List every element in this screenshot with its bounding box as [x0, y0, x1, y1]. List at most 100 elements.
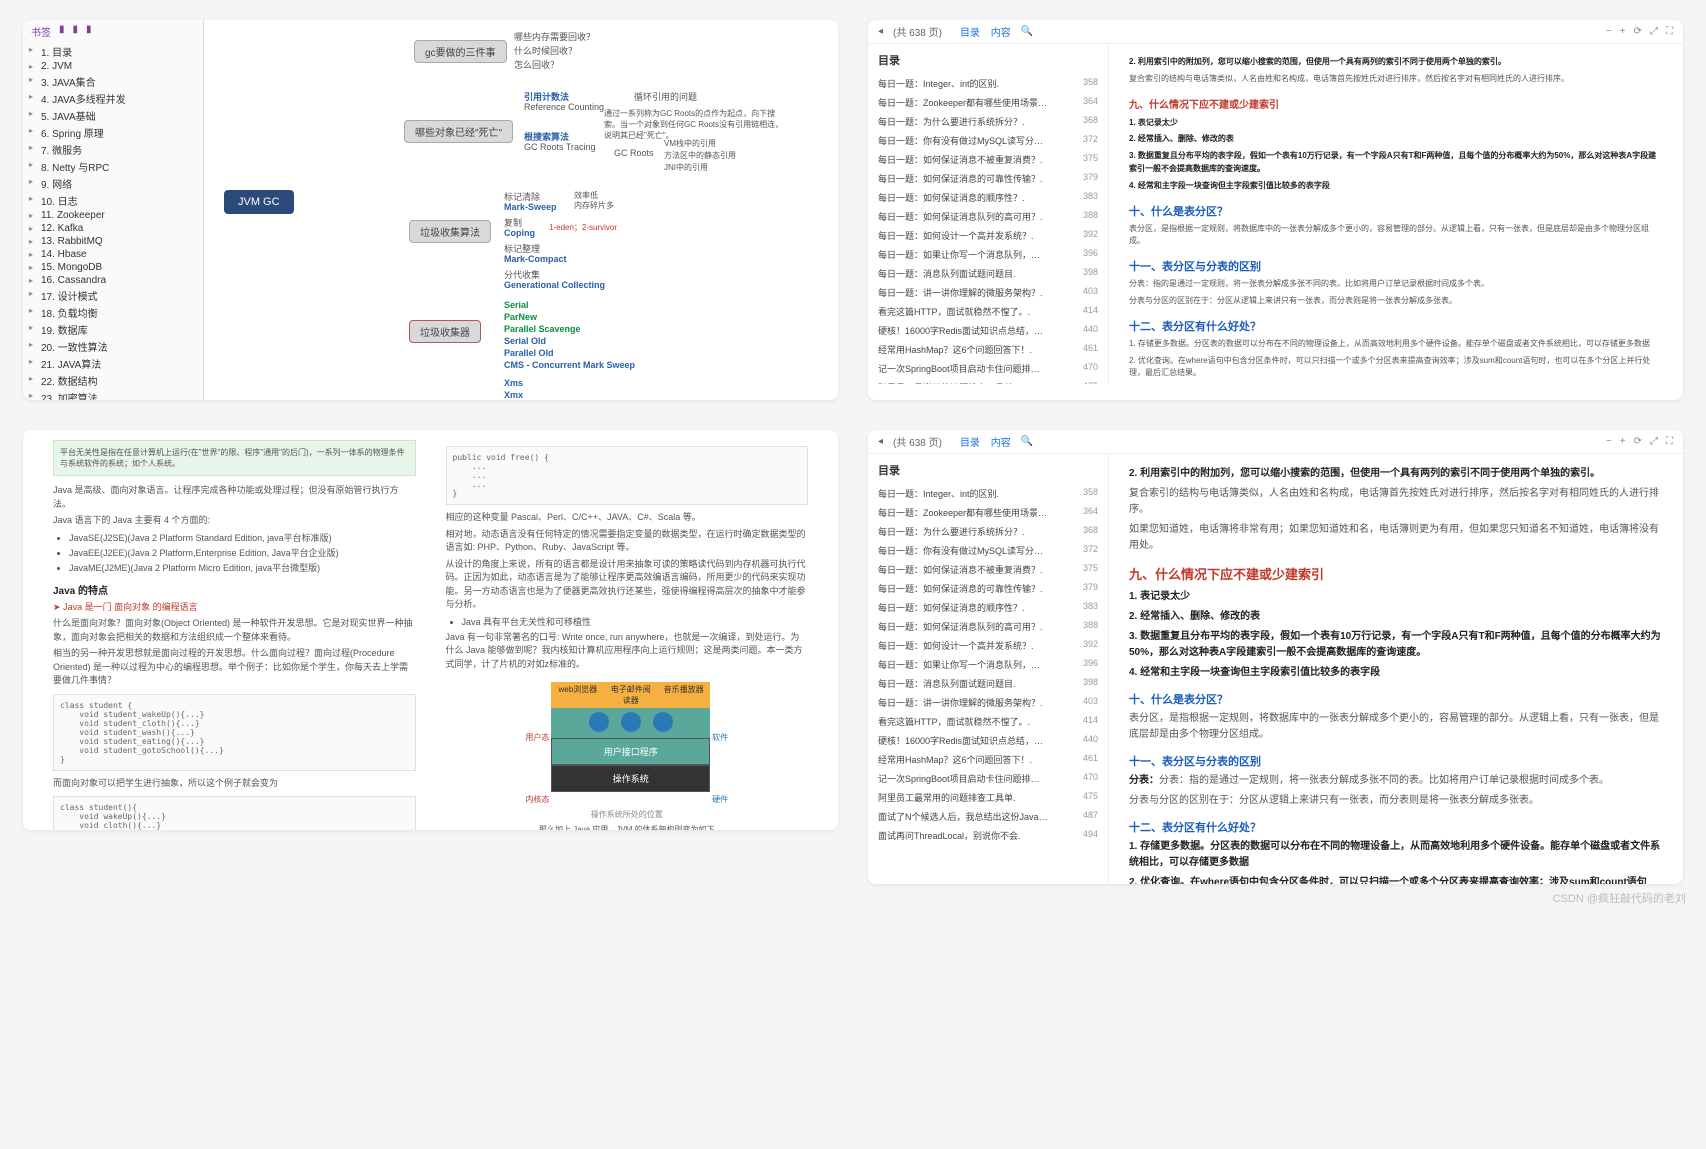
toc-row[interactable]: 每日一题：Zookeeper都有哪些使用场景？.364: [878, 93, 1098, 112]
toc-row[interactable]: 阿里员工最常用的问题排查工具单.475: [878, 378, 1098, 384]
toc-row[interactable]: 看完这篇HTTP，面试就稳然不惶了。.414: [878, 712, 1098, 731]
code-block: public void free() { ... ... ... }: [446, 446, 809, 505]
bookmark-item[interactable]: 18. 负载均衡: [27, 304, 199, 321]
tab-content[interactable]: 内容: [991, 28, 1011, 39]
mm-node-dead-objects[interactable]: 哪些对象已经"死亡": [404, 120, 513, 143]
toc-row[interactable]: 每日一题：如何保证消息队列的高可用？.388: [878, 207, 1098, 226]
bookmark-item[interactable]: 12. Kafka: [27, 222, 199, 235]
bookmark-item[interactable]: 22. 数据结构: [27, 372, 199, 389]
bookmark-item[interactable]: 6. Spring 原理: [27, 124, 199, 141]
fullscreen-icon[interactable]: ⛶: [1666, 26, 1673, 37]
bookmark-item[interactable]: 8. Netty 与RPC: [27, 158, 199, 175]
os-diagram: 用户态 web浏览器 电子邮件阅读器 音乐播放器 用户接口程序 操作系统 软件: [446, 681, 809, 830]
article-content[interactable]: 2. 利用索引中的附加列，您可以缩小搜索的范围，但使用一个具有两列的索引不同于使…: [1109, 44, 1683, 384]
expand-icon[interactable]: ⤢: [1650, 436, 1658, 447]
toc-row[interactable]: 每日一题：如何保证消息不被重复消费？.375: [878, 150, 1098, 169]
plus-icon[interactable]: +: [1620, 26, 1626, 37]
bookmark-item[interactable]: 3. JAVA集合: [27, 73, 199, 90]
mm-leaf: 哪些内存需要回收？: [514, 30, 595, 43]
mm-node-gc-tasks[interactable]: gc要做的三件事: [414, 40, 507, 63]
bookmark-item[interactable]: 23. 加密算法: [27, 389, 199, 400]
page-back-icon[interactable]: ◂: [878, 26, 883, 37]
bookmark-item[interactable]: 14. Hbase: [27, 248, 199, 261]
bookmark-item[interactable]: 20. 一致性算法: [27, 338, 199, 355]
bookmark-icon[interactable]: ▮: [73, 24, 79, 39]
right-column: public void free() { ... ... ... } 相应的这种…: [446, 440, 809, 820]
bookmark-item[interactable]: 10. 日志: [27, 192, 199, 209]
bookmarks-list[interactable]: 1. 目录2. JVM3. JAVA集合4. JAVA多线程并发5. JAVA基…: [23, 43, 203, 400]
toc-row[interactable]: 每日一题：Integer、int的区别.358: [878, 74, 1098, 93]
toc-row[interactable]: 每日一题：Integer、int的区别.358: [878, 484, 1098, 503]
bookmark-item[interactable]: 15. MongoDB: [27, 261, 199, 274]
toc-row[interactable]: 每日一题：如何设计一个高并发系统？.392: [878, 226, 1098, 245]
rotate-icon[interactable]: ⟳: [1634, 436, 1642, 447]
toc-row[interactable]: 每日一题：消息队列面试题问题目.398: [878, 264, 1098, 283]
toc-sidebar[interactable]: 目录 每日一题：Integer、int的区别.358每日一题：Zookeeper…: [868, 44, 1109, 384]
minus-icon[interactable]: −: [1606, 26, 1612, 37]
toc-row[interactable]: 经常用HashMap？这6个问题回答下！.461: [878, 750, 1098, 769]
toc-row[interactable]: 面试了N个候选人后，我总结出这份Java面试清..487: [878, 807, 1098, 826]
toc-row[interactable]: 每日一题：讲一讲你理解的微服务架构？.403: [878, 693, 1098, 712]
search-icon[interactable]: 🔍: [1021, 436, 1033, 447]
bookmark-item[interactable]: 2. JVM: [27, 60, 199, 73]
toc-row[interactable]: 每日一题：如果让你写一个消息队列，该如何进396: [878, 655, 1098, 674]
bookmark-item[interactable]: 7. 微服务: [27, 141, 199, 158]
tab-toc[interactable]: 目录: [960, 438, 980, 449]
bookmark-item[interactable]: 4. JAVA多线程并发: [27, 90, 199, 107]
toc-row[interactable]: 看完这篇HTTP，面试就稳然不惶了。.414: [878, 302, 1098, 321]
bookmark-icon[interactable]: ▮: [86, 24, 92, 39]
bookmark-item[interactable]: 17. 设计模式: [27, 287, 199, 304]
fullscreen-icon[interactable]: ⛶: [1666, 436, 1673, 447]
toc-row[interactable]: 每日一题：如何保证消息的可靠性传输？.379: [878, 579, 1098, 598]
bookmark-item[interactable]: 13. RabbitMQ: [27, 235, 199, 248]
toc-row[interactable]: 每日一题：你有没有做过MySQL读写分离？.372: [878, 541, 1098, 560]
toc-row[interactable]: 硬核！16000字Redis面试知识点总结，建议收藏440: [878, 731, 1098, 750]
bookmark-item[interactable]: 19. 数据库: [27, 321, 199, 338]
toc-row[interactable]: 记一次SpringBoot项目启动卡住问题排查记录.470: [878, 769, 1098, 788]
mindmap-canvas[interactable]: JVM GC gc要做的三件事 哪些内存需要回收？ 什么时候回收？ 怎么回收？ …: [204, 20, 838, 400]
rotate-icon[interactable]: ⟳: [1634, 26, 1642, 37]
toc-row[interactable]: 每日一题：为什么要进行系统拆分？.368: [878, 522, 1098, 541]
tab-content[interactable]: 内容: [991, 438, 1011, 449]
code-block: class student { void student_wakeUp(){..…: [53, 694, 416, 771]
toc-row[interactable]: 硬核！16000字Redis面试知识点总结，建议收藏440: [878, 321, 1098, 340]
expand-icon[interactable]: ⤢: [1650, 26, 1658, 37]
toc-row[interactable]: 每日一题：如果让你写一个消息队列，该如何进396: [878, 245, 1098, 264]
toc-row[interactable]: 每日一题：讲一讲你理解的微服务架构？.403: [878, 283, 1098, 302]
search-icon[interactable]: 🔍: [1021, 26, 1033, 37]
toc-row[interactable]: 每日一题：Zookeeper都有哪些使用场景？.364: [878, 503, 1098, 522]
code-block: class student(){ void wakeUp(){...} void…: [53, 796, 416, 830]
bookmark-item[interactable]: 1. 目录: [27, 43, 199, 60]
bookmark-item[interactable]: 9. 网络: [27, 175, 199, 192]
mm-node-collectors[interactable]: 垃圾收集器: [409, 320, 481, 343]
bookmark-item[interactable]: 11. Zookeeper: [27, 209, 199, 222]
toc-row[interactable]: 记一次SpringBoot项目启动卡住问题排查记录.470: [878, 359, 1098, 378]
minus-icon[interactable]: −: [1606, 436, 1612, 447]
bookmark-item[interactable]: 16. Cassandra: [27, 274, 199, 287]
toc-row[interactable]: 面试再问ThreadLocal，别说你不会.494: [878, 826, 1098, 845]
toc-row[interactable]: 经常用HashMap？这6个问题回答下！.461: [878, 340, 1098, 359]
toc-row[interactable]: 每日一题：为什么要进行系统拆分？.368: [878, 112, 1098, 131]
bookmark-item[interactable]: 5. JAVA基础: [27, 107, 199, 124]
tab-toc[interactable]: 目录: [960, 28, 980, 39]
bookmark-item[interactable]: 21. JAVA算法: [27, 355, 199, 372]
toc-row[interactable]: 每日一题：如何保证消息队列的高可用？.388: [878, 617, 1098, 636]
toc-row[interactable]: 每日一题：消息队列面试题问题目.398: [878, 674, 1098, 693]
mm-leaf: 通过一系列称为GC Roots的点作为起点，向下搜索。当一个对象到任何GC Ro…: [604, 108, 784, 141]
doc-toolbar: ◂ (共 638 页) 目录 内容 🔍 − + ⟳ ⤢ ⛶: [868, 20, 1683, 44]
toc-sidebar[interactable]: 目录 每日一题：Integer、int的区别.358每日一题：Zookeeper…: [868, 454, 1109, 884]
mm-leaf: Parallel Old: [504, 348, 554, 358]
page-back-icon[interactable]: ◂: [878, 436, 883, 447]
toc-row[interactable]: 每日一题：如何保证消息不被重复消费？.375: [878, 560, 1098, 579]
plus-icon[interactable]: +: [1620, 436, 1626, 447]
mm-node-gc-algo[interactable]: 垃圾收集算法: [409, 220, 491, 243]
toc-row[interactable]: 每日一题：如何保证消息的顺序性？.383: [878, 598, 1098, 617]
toc-row[interactable]: 每日一题：如何保证消息的顺序性？.383: [878, 188, 1098, 207]
toc-row[interactable]: 每日一题：如何设计一个高并发系统？.392: [878, 636, 1098, 655]
toc-row[interactable]: 阿里员工最常用的问题排查工具单.475: [878, 788, 1098, 807]
toc-row[interactable]: 每日一题：你有没有做过MySQL读写分离？.372: [878, 131, 1098, 150]
toc-row[interactable]: 每日一题：如何保证消息的可靠性传输？.379: [878, 169, 1098, 188]
bookmark-icon[interactable]: ▮: [59, 24, 65, 39]
article-content[interactable]: 2. 利用索引中的附加列，您可以缩小搜索的范围，但使用一个具有两列的索引不同于使…: [1109, 454, 1683, 884]
mm-root-node[interactable]: JVM GC: [224, 190, 294, 214]
